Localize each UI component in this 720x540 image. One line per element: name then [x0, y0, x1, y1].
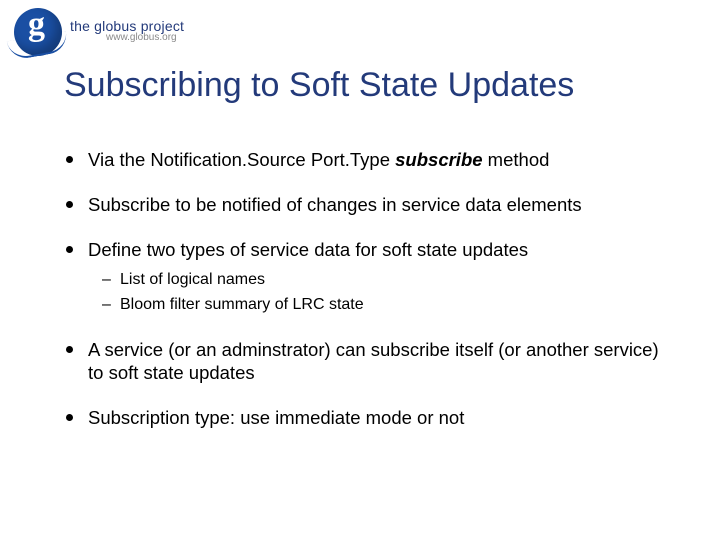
- slide-body: Via the Notification.Source Port.Type su…: [64, 148, 672, 451]
- slide: the globus project www.globus.org Subscr…: [0, 0, 720, 540]
- sub-bullet-1: List of logical names: [102, 269, 672, 291]
- globus-swoosh-icon: [7, 31, 70, 61]
- bullet-2: Subscribe to be notified of changes in s…: [64, 193, 672, 216]
- bullet-4: A service (or an adminstrator) can subsc…: [64, 338, 672, 384]
- bullet-1: Via the Notification.Source Port.Type su…: [64, 148, 672, 171]
- bullet-3-text: Define two types of service data for sof…: [88, 239, 528, 260]
- sub-bullet-list: List of logical names Bloom filter summa…: [102, 269, 672, 315]
- logo-text-block: the globus project www.globus.org: [70, 18, 184, 43]
- globus-logo: the globus project www.globus.org: [14, 8, 184, 56]
- bullet-5: Subscription type: use immediate mode or…: [64, 406, 672, 429]
- bullet-1-pre: Via the Notification.Source Port.Type: [88, 149, 395, 170]
- slide-title: Subscribing to Soft State Updates: [64, 66, 692, 105]
- globus-mark-icon: [14, 8, 62, 56]
- bullet-1-post: method: [483, 149, 550, 170]
- bullet-list: Via the Notification.Source Port.Type su…: [64, 148, 672, 429]
- bullet-3: Define two types of service data for sof…: [64, 238, 672, 315]
- bullet-1-keyword: subscribe: [395, 149, 482, 170]
- logo-url: www.globus.org: [106, 32, 184, 43]
- sub-bullet-2: Bloom filter summary of LRC state: [102, 294, 672, 316]
